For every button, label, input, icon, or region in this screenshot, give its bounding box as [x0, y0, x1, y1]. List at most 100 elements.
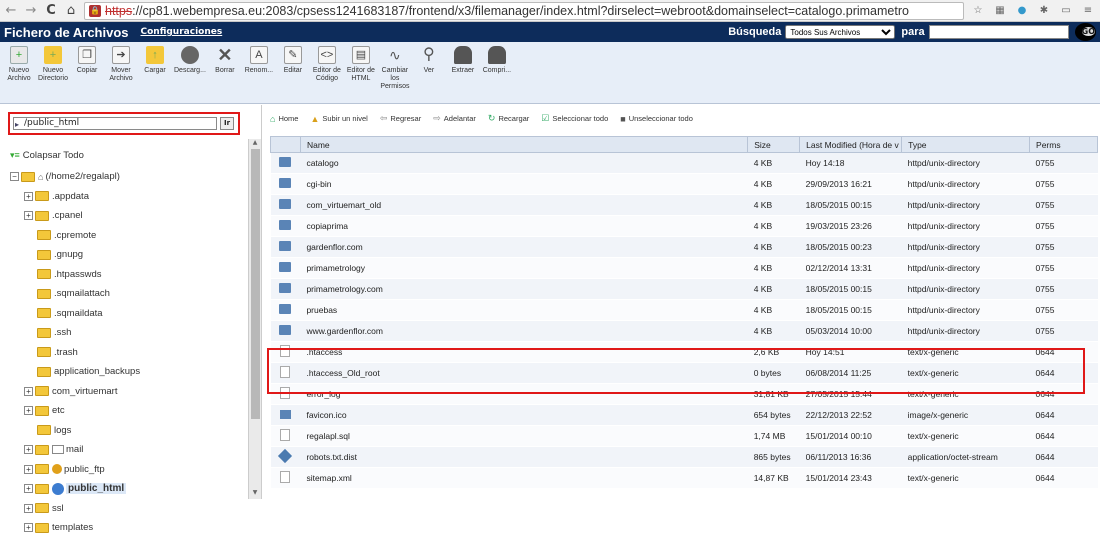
home-nav-button[interactable]: ⌂ Home: [270, 114, 298, 124]
puzzle-icon[interactable]: ✱: [1036, 3, 1052, 19]
cell-name[interactable]: catalogo: [300, 152, 748, 174]
bookmark-star-icon[interactable]: ☆: [970, 3, 986, 19]
file-icon-cell[interactable]: [270, 446, 301, 468]
cell-name[interactable]: pruebas: [300, 299, 748, 321]
cell-name[interactable]: cgi-bin: [300, 173, 748, 195]
tree-root[interactable]: − ⌂ (/home2/regalapl): [10, 167, 250, 187]
scroll-down-icon[interactable]: ▼: [249, 489, 261, 499]
forward-button[interactable]: ⇨ Adelantar: [433, 113, 476, 124]
scroll-up-icon[interactable]: ▲: [249, 139, 261, 149]
toolbar-button-html-editor[interactable]: ▤ Editor de HTML: [346, 46, 376, 83]
table-row[interactable]: catalogo 4 KB Hoy 14:18 httpd/unix-director…: [270, 152, 1098, 174]
settings-link[interactable]: Configuraciones: [141, 27, 223, 37]
tree-item[interactable]: .ssh: [10, 323, 250, 343]
table-row[interactable]: copiaprima 4 KB 19/03/2015 23:26 httpd/unix…: [270, 215, 1098, 237]
search-input[interactable]: [928, 25, 1069, 39]
scroll-thumb[interactable]: [251, 149, 260, 419]
expand-toggle-icon[interactable]: −: [10, 172, 19, 182]
cell-name[interactable]: .htaccess_Old_root: [300, 362, 748, 384]
expand-toggle-icon[interactable]: +: [24, 445, 33, 455]
go-button[interactable]: GO: [1081, 27, 1095, 36]
column-header-type[interactable]: Type: [901, 136, 1031, 153]
tree-item[interactable]: + .cpanel: [10, 206, 250, 226]
cell-name[interactable]: sitemap.xml: [300, 467, 748, 489]
tree-item[interactable]: .gnupg: [10, 245, 250, 265]
tree-item[interactable]: + public_ftp: [10, 460, 250, 480]
collapse-all-link[interactable]: ▾≡ Colapsar Todo: [10, 150, 84, 161]
file-icon-cell[interactable]: [270, 341, 301, 363]
file-icon-cell[interactable]: [270, 257, 301, 279]
file-icon-cell[interactable]: [270, 194, 301, 216]
file-icon-cell[interactable]: [270, 173, 301, 195]
toolbar-button-download[interactable]: Descarg...: [174, 46, 206, 75]
path-input[interactable]: ▸ /public_html: [13, 117, 217, 130]
cell-name[interactable]: gardenflor.com: [300, 236, 748, 258]
expand-toggle-icon[interactable]: +: [24, 211, 33, 221]
search-scope-select[interactable]: Todos Sus Archivos: [785, 25, 896, 39]
expand-toggle-icon[interactable]: +: [24, 191, 33, 201]
back-button[interactable]: ⇦ Regresar: [380, 113, 421, 124]
toolbar-button-move[interactable]: ➔ Mover Archivo: [106, 46, 136, 83]
table-row[interactable]: sitemap.xml 14,87 KB 15/01/2014 23:43 text/…: [270, 467, 1098, 489]
file-icon-cell[interactable]: [270, 236, 301, 258]
cell-name[interactable]: error_log: [300, 383, 748, 405]
toolbar-button-extract[interactable]: Extraer: [448, 46, 478, 75]
toolbar-button-upload[interactable]: ↑ Cargar: [140, 46, 170, 75]
extension-icon[interactable]: ▦: [992, 3, 1008, 19]
home-icon[interactable]: ⌂: [64, 3, 78, 18]
table-row[interactable]: regalapl.sql 1,74 MB 15/01/2014 00:10 text/…: [270, 425, 1098, 447]
toolbar-button-new-folder[interactable]: + Nuevo Directorio: [38, 46, 68, 83]
toolbar-button-edit[interactable]: ✎ Editar: [278, 46, 308, 75]
forward-arrow-icon[interactable]: →: [24, 3, 38, 18]
select-all-button[interactable]: ☑ Seleccionar todo: [541, 113, 608, 124]
column-header-size[interactable]: Size: [747, 136, 801, 153]
file-icon-cell[interactable]: [270, 215, 301, 237]
expand-toggle-icon[interactable]: +: [24, 464, 33, 474]
toolbar-button-new-file[interactable]: + Nuevo Archivo: [4, 46, 34, 83]
reload-button[interactable]: ↻ Recargar: [488, 113, 529, 124]
cell-name[interactable]: .htaccess: [300, 341, 748, 363]
tree-item[interactable]: + ssl: [10, 499, 250, 519]
tree-item[interactable]: + .appdata: [10, 187, 250, 207]
column-header-perms[interactable]: Perms: [1029, 136, 1098, 153]
tree-item[interactable]: + templates: [10, 518, 250, 538]
cell-name[interactable]: www.gardenflor.com: [300, 320, 748, 342]
file-icon-cell[interactable]: [270, 362, 301, 384]
cell-name[interactable]: regalapl.sql: [300, 425, 748, 447]
cell-name[interactable]: favicon.ico: [300, 404, 748, 426]
toolbar-button-rename[interactable]: A Renom...: [244, 46, 274, 75]
tree-item[interactable]: application_backups: [10, 362, 250, 382]
tree-item[interactable]: + public_html: [10, 479, 250, 499]
cell-name[interactable]: copiaprima: [300, 215, 748, 237]
table-row[interactable]: .htaccess_Old_root 0 bytes 06/08/2014 11:2…: [270, 362, 1098, 384]
toolbar-button-delete[interactable]: ✕ Borrar: [210, 46, 240, 75]
column-header-modified[interactable]: Last Modified (Hora de v: [799, 136, 903, 153]
table-row[interactable]: primametrology 4 KB 02/12/2014 13:31 httpd/…: [270, 257, 1098, 279]
table-row[interactable]: .htaccess 2,6 KB Hoy 14:51 text/x-generic 06…: [270, 341, 1098, 363]
up-level-button[interactable]: ▲ Subir un nivel: [310, 114, 367, 124]
table-row[interactable]: cgi-bin 4 KB 29/09/2013 16:21 httpd/unix-di…: [270, 173, 1098, 195]
file-icon-cell[interactable]: [270, 425, 301, 447]
tree-item[interactable]: .trash: [10, 343, 250, 363]
tree-item[interactable]: + com_virtuemart: [10, 382, 250, 402]
file-icon-cell[interactable]: [270, 404, 301, 426]
menu-icon[interactable]: ≡: [1080, 3, 1096, 19]
tree-item[interactable]: .sqmailattach: [10, 284, 250, 304]
expand-toggle-icon[interactable]: +: [24, 523, 33, 533]
toolbar-button-code-editor[interactable]: <> Editor de Código: [312, 46, 342, 83]
file-icon-cell[interactable]: [270, 299, 301, 321]
tree-item[interactable]: logs: [10, 421, 250, 441]
table-row[interactable]: pruebas 4 KB 18/05/2015 00:15 httpd/unix-di…: [270, 299, 1098, 321]
table-row[interactable]: www.gardenflor.com 4 KB 05/03/2014 10:00 ht…: [270, 320, 1098, 342]
toolbar-button-permissions[interactable]: ∿ Cambiar los Permisos: [380, 46, 410, 91]
toolbar-button-view[interactable]: ⚲ Ver: [414, 46, 444, 75]
color-picker-icon[interactable]: ●: [1014, 3, 1030, 19]
file-icon-cell[interactable]: [270, 278, 301, 300]
cell-name[interactable]: primametrology: [300, 257, 748, 279]
toolbar-button-copy[interactable]: ❐ Copiar: [72, 46, 102, 75]
unselect-all-button[interactable]: ■ Unseleccionar todo: [620, 114, 693, 124]
expand-toggle-icon[interactable]: +: [24, 386, 33, 396]
go-path-button[interactable]: Ir: [220, 117, 234, 130]
tree-item[interactable]: .htpasswds: [10, 265, 250, 285]
cell-name[interactable]: primametrology.com: [300, 278, 748, 300]
